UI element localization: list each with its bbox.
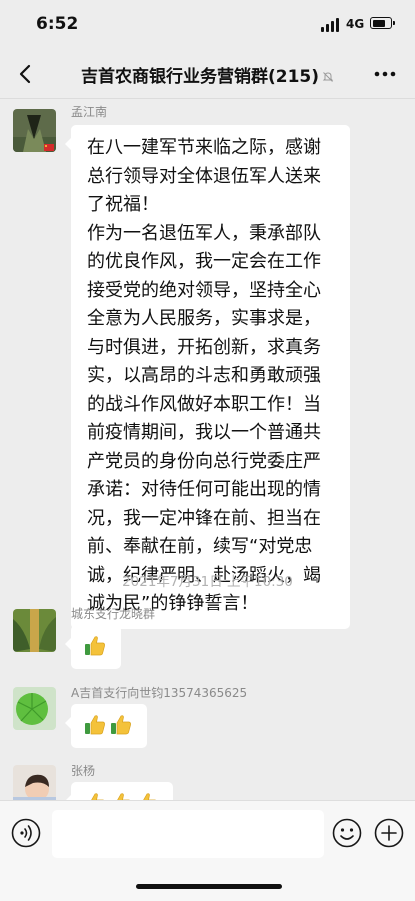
more-dots-icon[interactable]: [370, 60, 400, 88]
sender-name: 孟江南: [71, 105, 108, 119]
chat-timestamp: 2021年7月31日 上午10:30: [122, 574, 293, 590]
message-bubble[interactable]: [65, 625, 121, 669]
plus-icon[interactable]: [374, 818, 404, 848]
thumbs-up-icon: [83, 713, 107, 737]
avatar[interactable]: [13, 109, 56, 152]
chat-header: 吉首农商银行业务营销群(215): [0, 50, 415, 99]
message-bubble[interactable]: 在八一建军节来临之际，感谢 总行领导对全体退伍军人送来 了祝福！ 作为一名退伍军…: [65, 125, 350, 629]
sender-name: 张杨: [71, 764, 96, 778]
status-bar: 6:52 4G: [0, 0, 415, 50]
voice-icon[interactable]: [11, 818, 41, 848]
battery-icon: [370, 17, 395, 29]
message-bubble[interactable]: [65, 704, 147, 748]
network-type: 4G: [346, 17, 365, 31]
chat-title: 吉首农商银行业务营销群(215): [80, 67, 320, 87]
mute-bell-icon: [322, 68, 334, 82]
signal-icon: [321, 18, 341, 32]
emoji-icon[interactable]: [332, 818, 362, 848]
sender-name: A吉首支行向世钧13574365625: [71, 686, 248, 700]
back-arrow-icon[interactable]: [14, 60, 38, 88]
avatar[interactable]: [13, 609, 56, 652]
home-indicator: [136, 884, 282, 889]
thumbs-up-icon: [109, 713, 133, 737]
sender-name: 城东支行龙晓群: [71, 607, 156, 621]
status-time: 6:52: [36, 14, 79, 34]
avatar[interactable]: [13, 687, 56, 730]
message-input[interactable]: [52, 810, 324, 858]
chat-title-wrap: 吉首农商银行业务营销群(215): [52, 62, 363, 87]
thumbs-up-icon: [83, 634, 107, 658]
